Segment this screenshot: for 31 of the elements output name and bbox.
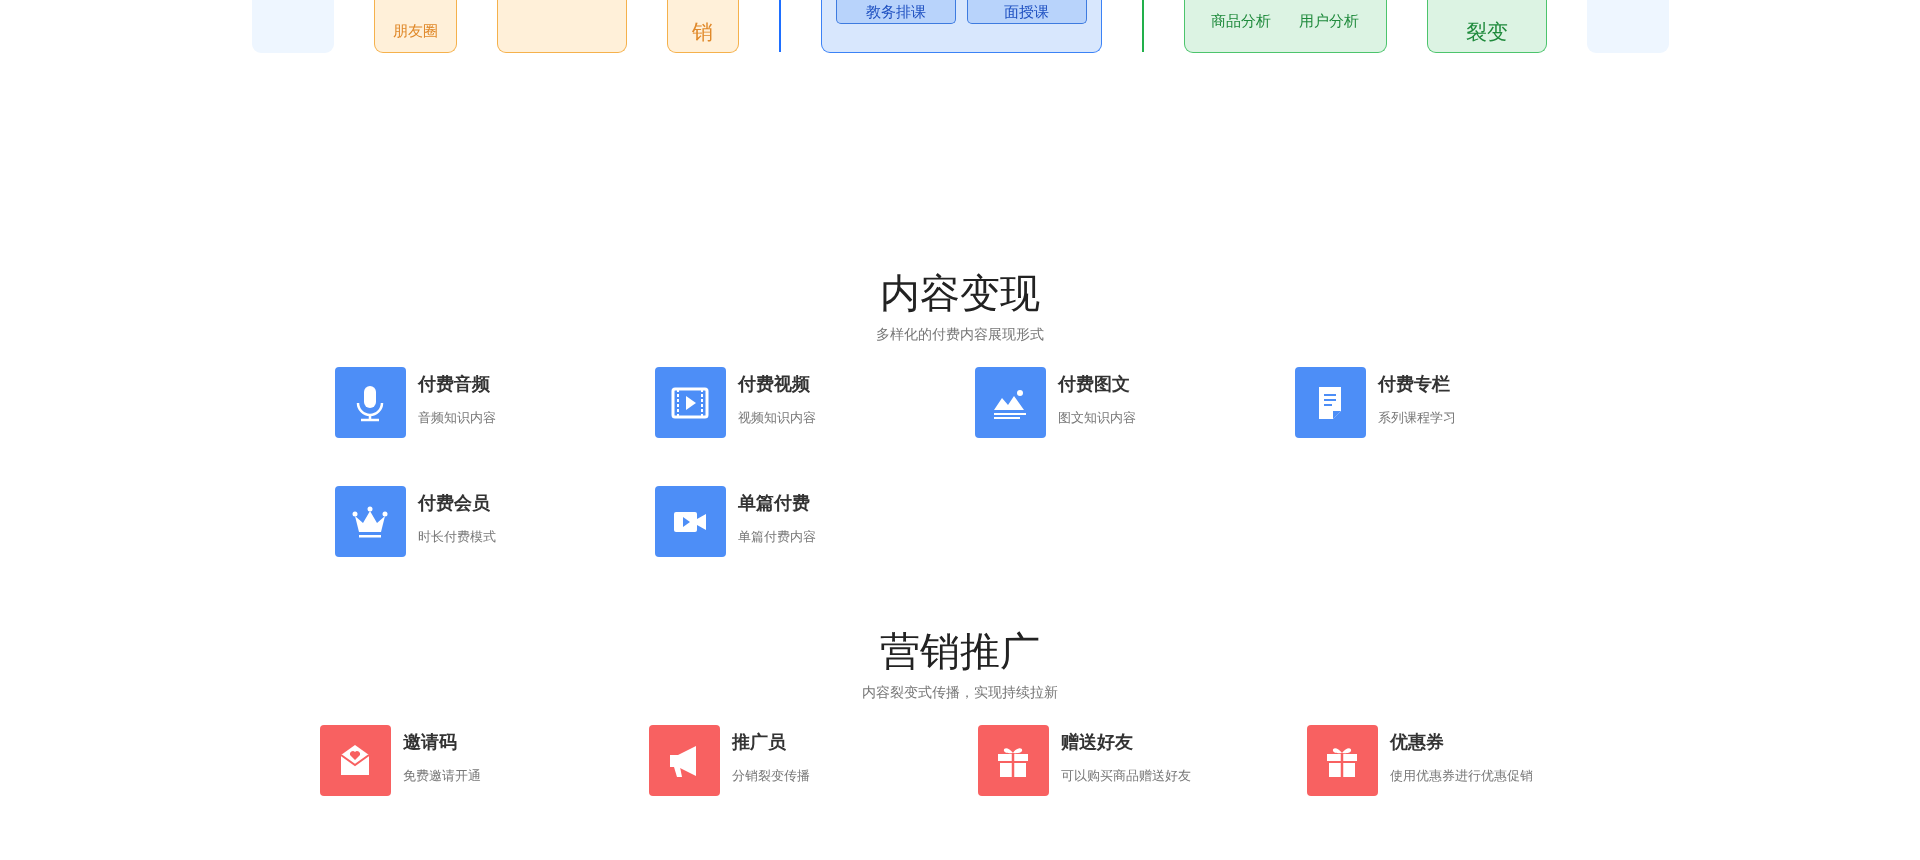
- module-label: 销: [692, 18, 713, 44]
- feature-title: 推广员: [731, 731, 787, 753]
- feature-title: 付费专栏: [1377, 373, 1451, 395]
- section-subtitle: 内容裂变式传播，实现持续拉新: [862, 683, 1058, 701]
- module-button[interactable]: 面授课: [966, 0, 1087, 24]
- feature-description: 系列课程学习: [1377, 410, 1456, 426]
- module-button[interactable]: 教务排课: [835, 0, 956, 24]
- feature-title: 单篇付费: [737, 492, 811, 514]
- feature-description: 音频知识内容: [417, 410, 496, 426]
- section-title: 营销推广: [880, 628, 1040, 675]
- feature-description: 视频知识内容: [737, 410, 816, 426]
- feature-description: 可以购买商品赠送好友: [1060, 768, 1191, 784]
- feature-title: 付费音频: [417, 373, 491, 395]
- feature-description: 使用优惠券进行优惠促销: [1389, 768, 1533, 784]
- feature-title: 赠送好友: [1060, 731, 1134, 753]
- feature-title: 付费视频: [737, 373, 811, 395]
- feature-description: 图文知识内容: [1057, 410, 1136, 426]
- feature-description: 免费邀请开通: [402, 768, 481, 784]
- module-label: 裂变: [1465, 18, 1508, 44]
- feature-title: 付费会员: [417, 492, 491, 514]
- module-label: 商品分析: [1211, 12, 1271, 30]
- module-label: 朋友圈: [392, 22, 438, 40]
- feature-description: 单篇付费内容: [737, 529, 816, 545]
- feature-description: 时长付费模式: [417, 529, 496, 545]
- feature-title: 付费图文: [1057, 373, 1131, 395]
- section-subtitle: 多样化的付费内容展现形式: [876, 325, 1044, 343]
- feature-description: 分销裂变传播: [731, 768, 810, 784]
- feature-title: 优惠券: [1389, 731, 1445, 753]
- feature-title: 邀请码: [402, 731, 458, 753]
- module-label: 用户分析: [1299, 12, 1359, 30]
- section-title: 内容变现: [880, 270, 1040, 317]
